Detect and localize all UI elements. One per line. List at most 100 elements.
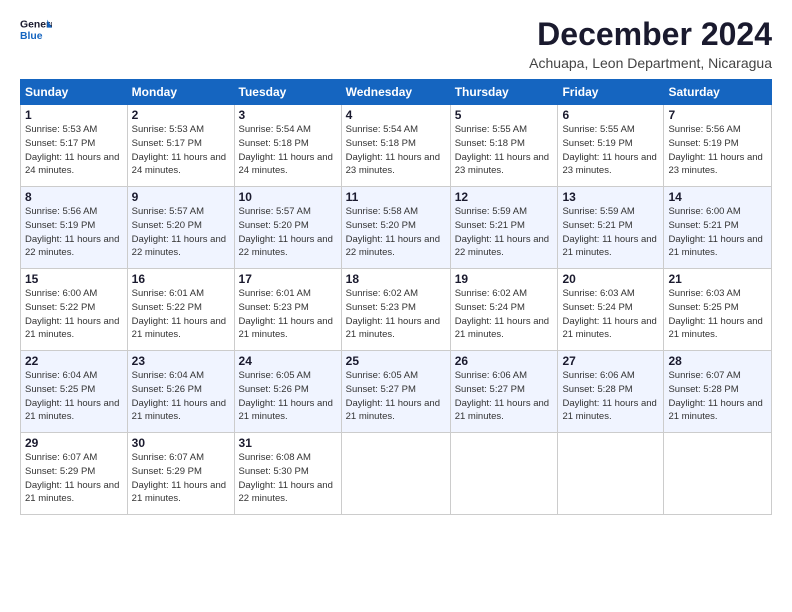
col-monday: Monday: [127, 80, 234, 105]
calendar-cell: 13Sunrise: 5:59 AMSunset: 5:21 PMDayligh…: [558, 187, 664, 269]
month-title: December 2024: [529, 16, 772, 53]
day-number: 27: [562, 354, 659, 368]
day-number: 10: [239, 190, 337, 204]
day-info: Sunrise: 6:01 AMSunset: 5:22 PMDaylight:…: [132, 288, 226, 340]
day-info: Sunrise: 5:55 AMSunset: 5:18 PMDaylight:…: [455, 124, 549, 176]
day-number: 19: [455, 272, 554, 286]
day-number: 14: [668, 190, 767, 204]
day-info: Sunrise: 6:00 AMSunset: 5:21 PMDaylight:…: [668, 206, 762, 258]
logo: General Blue: [20, 16, 52, 44]
title-block: December 2024 Achuapa, Leon Department, …: [529, 16, 772, 71]
col-wednesday: Wednesday: [341, 80, 450, 105]
day-info: Sunrise: 6:01 AMSunset: 5:23 PMDaylight:…: [239, 288, 333, 340]
day-number: 31: [239, 436, 337, 450]
day-number: 16: [132, 272, 230, 286]
calendar-cell: 2Sunrise: 5:53 AMSunset: 5:17 PMDaylight…: [127, 105, 234, 187]
calendar-cell: 20Sunrise: 6:03 AMSunset: 5:24 PMDayligh…: [558, 269, 664, 351]
day-number: 23: [132, 354, 230, 368]
calendar-cell: [341, 433, 450, 515]
day-info: Sunrise: 5:53 AMSunset: 5:17 PMDaylight:…: [25, 124, 119, 176]
day-info: Sunrise: 6:00 AMSunset: 5:22 PMDaylight:…: [25, 288, 119, 340]
day-info: Sunrise: 5:57 AMSunset: 5:20 PMDaylight:…: [132, 206, 226, 258]
day-info: Sunrise: 6:04 AMSunset: 5:25 PMDaylight:…: [25, 370, 119, 422]
day-info: Sunrise: 6:04 AMSunset: 5:26 PMDaylight:…: [132, 370, 226, 422]
page: General Blue December 2024 Achuapa, Leon…: [0, 0, 792, 612]
day-info: Sunrise: 6:08 AMSunset: 5:30 PMDaylight:…: [239, 452, 333, 504]
calendar-cell: 18Sunrise: 6:02 AMSunset: 5:23 PMDayligh…: [341, 269, 450, 351]
calendar-cell: 21Sunrise: 6:03 AMSunset: 5:25 PMDayligh…: [664, 269, 772, 351]
calendar-cell: 25Sunrise: 6:05 AMSunset: 5:27 PMDayligh…: [341, 351, 450, 433]
calendar-week-1: 1Sunrise: 5:53 AMSunset: 5:17 PMDaylight…: [21, 105, 772, 187]
day-number: 20: [562, 272, 659, 286]
calendar-cell: 3 Sunrise: 5:54 AMSunset: 5:18 PMDaylight…: [234, 105, 341, 187]
logo-icon: General Blue: [20, 16, 52, 44]
calendar-cell: 27 Sunrise: 6:06 AMSunset: 5:28 PMDayligh…: [558, 351, 664, 433]
calendar-cell: [558, 433, 664, 515]
day-number: 5: [455, 108, 554, 122]
calendar-week-3: 15Sunrise: 6:00 AMSunset: 5:22 PMDayligh…: [21, 269, 772, 351]
day-number: 24: [239, 354, 337, 368]
day-info: Sunrise: 5:59 AMSunset: 5:21 PMDaylight:…: [455, 206, 549, 258]
calendar-cell: 8 Sunrise: 5:56 AMSunset: 5:19 PMDaylight…: [21, 187, 128, 269]
day-info: Sunrise: 5:56 AMSunset: 5:19 PMDaylight:…: [25, 206, 119, 258]
day-number: 18: [346, 272, 446, 286]
calendar-cell: 9 Sunrise: 5:57 AMSunset: 5:20 PMDaylight…: [127, 187, 234, 269]
day-info: Sunrise: 5:56 AMSunset: 5:19 PMDaylight:…: [668, 124, 762, 176]
col-thursday: Thursday: [450, 80, 558, 105]
day-number: 25: [346, 354, 446, 368]
calendar-cell: 1Sunrise: 5:53 AMSunset: 5:17 PMDaylight…: [21, 105, 128, 187]
day-info: Sunrise: 5:54 AMSunset: 5:18 PMDaylight:…: [239, 124, 333, 176]
day-number: 2: [132, 108, 230, 122]
day-info: Sunrise: 6:02 AMSunset: 5:24 PMDaylight:…: [455, 288, 549, 340]
calendar-cell: 19 Sunrise: 6:02 AMSunset: 5:24 PMDayligh…: [450, 269, 558, 351]
calendar-cell: 16 Sunrise: 6:01 AMSunset: 5:22 PMDayligh…: [127, 269, 234, 351]
header: General Blue December 2024 Achuapa, Leon…: [20, 16, 772, 71]
subtitle: Achuapa, Leon Department, Nicaragua: [529, 55, 772, 71]
calendar-cell: 30 Sunrise: 6:07 AMSunset: 5:29 PMDayligh…: [127, 433, 234, 515]
calendar-week-4: 22 Sunrise: 6:04 AMSunset: 5:25 PMDayligh…: [21, 351, 772, 433]
day-info: Sunrise: 5:57 AMSunset: 5:20 PMDaylight:…: [239, 206, 333, 258]
calendar-cell: [450, 433, 558, 515]
calendar-cell: 7 Sunrise: 5:56 AMSunset: 5:19 PMDaylight…: [664, 105, 772, 187]
day-number: 7: [668, 108, 767, 122]
calendar-header-row: Sunday Monday Tuesday Wednesday Thursday…: [21, 80, 772, 105]
svg-text:Blue: Blue: [20, 31, 43, 42]
calendar-cell: 17 Sunrise: 6:01 AMSunset: 5:23 PMDayligh…: [234, 269, 341, 351]
day-number: 9: [132, 190, 230, 204]
calendar-cell: 14 Sunrise: 6:00 AMSunset: 5:21 PMDayligh…: [664, 187, 772, 269]
day-info: Sunrise: 5:54 AMSunset: 5:18 PMDaylight:…: [346, 124, 440, 176]
day-number: 30: [132, 436, 230, 450]
calendar-table: Sunday Monday Tuesday Wednesday Thursday…: [20, 79, 772, 515]
day-number: 22: [25, 354, 123, 368]
day-number: 28: [668, 354, 767, 368]
col-sunday: Sunday: [21, 80, 128, 105]
calendar-cell: 10 Sunrise: 5:57 AMSunset: 5:20 PMDayligh…: [234, 187, 341, 269]
day-info: Sunrise: 6:06 AMSunset: 5:27 PMDaylight:…: [455, 370, 549, 422]
day-info: Sunrise: 5:55 AMSunset: 5:19 PMDaylight:…: [562, 124, 656, 176]
day-number: 8: [25, 190, 123, 204]
calendar-cell: 31 Sunrise: 6:08 AMSunset: 5:30 PMDayligh…: [234, 433, 341, 515]
calendar-cell: 26 Sunrise: 6:06 AMSunset: 5:27 PMDayligh…: [450, 351, 558, 433]
calendar-cell: 5 Sunrise: 5:55 AMSunset: 5:18 PMDaylight…: [450, 105, 558, 187]
day-number: 26: [455, 354, 554, 368]
day-info: Sunrise: 6:05 AMSunset: 5:26 PMDaylight:…: [239, 370, 333, 422]
calendar-cell: 22 Sunrise: 6:04 AMSunset: 5:25 PMDayligh…: [21, 351, 128, 433]
day-info: Sunrise: 6:07 AMSunset: 5:29 PMDaylight:…: [25, 452, 119, 504]
day-info: Sunrise: 5:58 AMSunset: 5:20 PMDaylight:…: [346, 206, 440, 258]
calendar-cell: 23 Sunrise: 6:04 AMSunset: 5:26 PMDayligh…: [127, 351, 234, 433]
col-tuesday: Tuesday: [234, 80, 341, 105]
day-info: Sunrise: 6:06 AMSunset: 5:28 PMDaylight:…: [562, 370, 656, 422]
day-number: 21: [668, 272, 767, 286]
day-number: 29: [25, 436, 123, 450]
day-number: 13: [562, 190, 659, 204]
day-number: 17: [239, 272, 337, 286]
day-number: 11: [346, 190, 446, 204]
day-info: Sunrise: 6:07 AMSunset: 5:29 PMDaylight:…: [132, 452, 226, 504]
day-number: 3: [239, 108, 337, 122]
col-saturday: Saturday: [664, 80, 772, 105]
day-number: 12: [455, 190, 554, 204]
calendar-cell: 29 Sunrise: 6:07 AMSunset: 5:29 PMDayligh…: [21, 433, 128, 515]
col-friday: Friday: [558, 80, 664, 105]
day-info: Sunrise: 6:07 AMSunset: 5:28 PMDaylight:…: [668, 370, 762, 422]
calendar-cell: 28 Sunrise: 6:07 AMSunset: 5:28 PMDayligh…: [664, 351, 772, 433]
